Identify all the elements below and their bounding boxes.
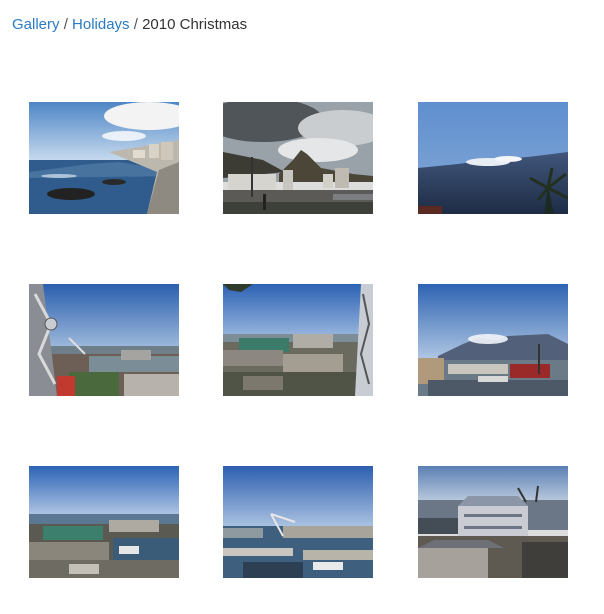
photo-thumbnail-4[interactable] — [29, 284, 179, 396]
marina-crane-photo — [223, 466, 373, 578]
table-mountain-harbour-photo — [418, 284, 568, 396]
photo-thumbnail-6[interactable] — [418, 284, 568, 396]
photo-thumbnail-7[interactable] — [29, 466, 179, 578]
photo-thumbnail-1[interactable] — [29, 102, 179, 214]
wheel-view-harbour-photo — [29, 284, 179, 396]
harbour-buildings-photo — [418, 466, 568, 578]
photo-thumbnail-9[interactable] — [418, 466, 568, 578]
waterfront-aerial-photo — [29, 466, 179, 578]
sea-promenade-photo — [29, 102, 179, 214]
photo-thumbnail-2[interactable] — [223, 102, 373, 214]
lions-head-photo — [223, 102, 373, 214]
photo-gallery — [0, 0, 604, 614]
photo-thumbnail-8[interactable] — [223, 466, 373, 578]
photo-thumbnail-3[interactable] — [418, 102, 568, 214]
table-mountain-cloud-photo — [418, 102, 568, 214]
photo-thumbnail-5[interactable] — [223, 284, 373, 396]
wheel-view-waterfront-photo — [223, 284, 373, 396]
